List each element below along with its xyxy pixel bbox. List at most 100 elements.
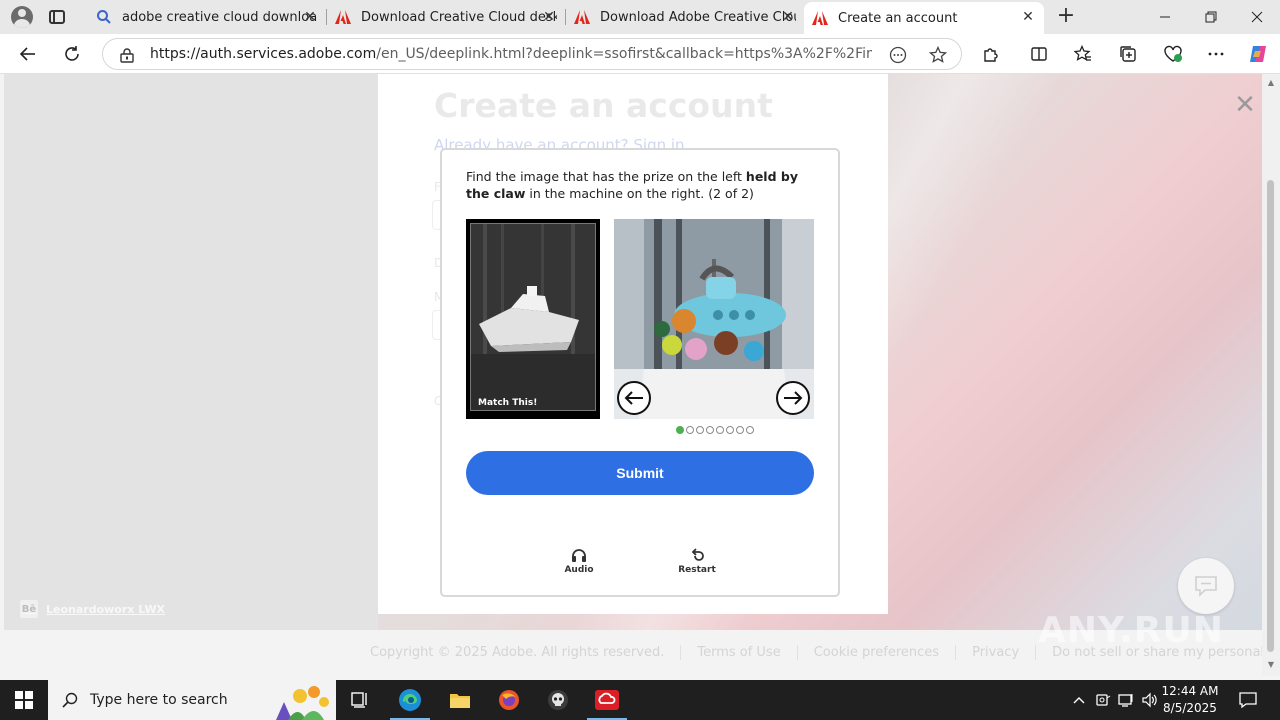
page-scrollbar[interactable]: ▲ ▼: [1262, 74, 1280, 676]
pagination-dot[interactable]: [746, 426, 754, 434]
reference-image-frame: Match This!: [470, 223, 596, 411]
cookie-preferences-link[interactable]: Cookie preferences: [796, 645, 955, 660]
scroll-up-icon[interactable]: ▲: [1266, 78, 1276, 88]
tab-create-an-account[interactable]: Create an account ✕: [804, 2, 1044, 34]
notifications-button[interactable]: [1232, 680, 1264, 720]
form-input-edge: [432, 310, 440, 340]
restore-button[interactable]: [1188, 0, 1234, 34]
tab-download-creative-cloud-desktop[interactable]: Download Creative Cloud deskto ✕: [327, 0, 565, 34]
page-title: Create an account: [434, 86, 773, 125]
profile-icon[interactable]: [11, 6, 33, 28]
refresh-icon: [65, 46, 79, 61]
terms-of-use-link[interactable]: Terms of Use: [680, 645, 796, 660]
tab-title: Create an account: [838, 10, 958, 26]
clock-time: 12:44 AM: [1161, 684, 1219, 698]
close-window-button[interactable]: [1234, 0, 1280, 34]
minimize-icon: [1160, 16, 1170, 18]
back-button[interactable]: [14, 40, 42, 68]
more-options-circle-icon: [889, 46, 907, 64]
tab-search[interactable]: adobe creative cloud download - ✕: [88, 0, 326, 34]
behance-credit[interactable]: Bē Leonardoworx LWX: [20, 600, 165, 618]
captcha-dialog: Find the image that has the prize on the…: [440, 148, 840, 597]
tray-meet-now[interactable]: [1092, 680, 1114, 720]
headphones-icon: [572, 549, 586, 562]
close-tab-icon[interactable]: ✕: [541, 9, 557, 25]
close-tab-icon[interactable]: ✕: [302, 9, 318, 25]
taskbar-edge[interactable]: [386, 680, 434, 720]
restart-challenge-button[interactable]: Restart: [667, 548, 727, 575]
folder-icon: [450, 694, 470, 708]
pagination-dot[interactable]: [696, 426, 704, 434]
notification-icon: [1239, 692, 1257, 708]
pagination-dot[interactable]: [676, 426, 684, 434]
creative-cloud-icon: [595, 690, 619, 710]
close-page-icon[interactable]: ✕: [1234, 92, 1256, 118]
previous-image-button[interactable]: [617, 381, 651, 415]
firefox-icon: [499, 690, 519, 710]
taskbar-search-box[interactable]: Type here to search: [48, 680, 336, 720]
pagination-dot[interactable]: [726, 426, 734, 434]
adobe-logo-icon: [574, 10, 590, 24]
tab-actions-icon[interactable]: [49, 10, 65, 24]
next-image-button[interactable]: [776, 381, 810, 415]
arrow-left-icon: [624, 391, 643, 405]
collections-button[interactable]: [1114, 40, 1142, 68]
split-screen-button[interactable]: [1025, 40, 1053, 68]
url-host: https://auth.services.adobe.com: [150, 46, 377, 62]
tab-download-adobe-creative-cloud[interactable]: Download Adobe Creative Cloud ✕: [566, 0, 804, 34]
taskbar-search-placeholder: Type here to search: [90, 692, 228, 708]
taskbar-file-explorer[interactable]: [436, 680, 484, 720]
copilot-icon: [1250, 46, 1266, 62]
image-pagination-dots: [676, 426, 754, 434]
scroll-thumb[interactable]: [1267, 180, 1274, 652]
boat-toy-image: [471, 224, 595, 410]
start-button[interactable]: [0, 680, 48, 720]
taskbar-creative-cloud[interactable]: [583, 680, 631, 720]
show-hidden-icons-button[interactable]: [1068, 680, 1090, 720]
close-icon: [1251, 11, 1263, 23]
add-favorite-button[interactable]: [927, 44, 949, 66]
chat-button[interactable]: [1178, 558, 1234, 614]
tray-volume[interactable]: [1139, 680, 1161, 720]
network-icon: [1118, 694, 1133, 707]
speaker-icon: [1142, 692, 1157, 708]
task-view-button[interactable]: [336, 680, 384, 720]
browser-toolbar: https://auth.services.adobe.com/en_US/de…: [0, 34, 1280, 74]
submit-button[interactable]: Submit: [466, 451, 814, 495]
new-tab-button[interactable]: +: [1054, 5, 1078, 29]
search-icon: [62, 692, 78, 708]
settings-more-button[interactable]: [1202, 40, 1230, 68]
refresh-button[interactable]: [58, 40, 86, 68]
taskbar-clock[interactable]: 12:44 AM 8/5/2025: [1160, 683, 1220, 717]
claw-machine-image[interactable]: [614, 219, 814, 419]
audio-challenge-button[interactable]: Audio: [549, 548, 609, 575]
tab-title: adobe creative cloud download -: [122, 9, 318, 25]
close-tab-icon[interactable]: ✕: [780, 9, 796, 25]
pagination-dot[interactable]: [736, 426, 744, 434]
site-info-lock-icon[interactable]: [119, 47, 135, 63]
taskbar-app-skull[interactable]: [534, 680, 582, 720]
copilot-button[interactable]: [1244, 40, 1272, 68]
favorites-button[interactable]: [1069, 40, 1097, 68]
privacy-link[interactable]: Privacy: [955, 645, 1035, 660]
read-aloud-button[interactable]: [887, 44, 909, 66]
browser-essentials-button[interactable]: [1159, 40, 1187, 68]
pagination-dot[interactable]: [686, 426, 694, 434]
chat-icon: [1195, 576, 1217, 597]
pagination-dot[interactable]: [706, 426, 714, 434]
extensions-button[interactable]: [977, 40, 1005, 68]
taskbar-firefox[interactable]: [485, 680, 533, 720]
behance-badge-icon: Bē: [20, 600, 38, 618]
minimize-button[interactable]: [1142, 0, 1188, 34]
close-tab-icon[interactable]: ✕: [1020, 9, 1036, 25]
favorites-star-icon: [1074, 45, 1091, 61]
instruction-text-end: in the machine on the right. (2 of 2): [525, 186, 754, 201]
arrow-left-icon: [19, 47, 35, 61]
address-bar[interactable]: https://auth.services.adobe.com/en_US/de…: [102, 38, 962, 70]
tray-network[interactable]: [1115, 680, 1137, 720]
pagination-dot[interactable]: [716, 426, 724, 434]
url-text[interactable]: https://auth.services.adobe.com/en_US/de…: [150, 46, 872, 62]
windows-logo-icon: [15, 691, 33, 709]
scroll-down-icon[interactable]: ▼: [1266, 660, 1276, 670]
match-this-label: Match This!: [478, 398, 538, 408]
